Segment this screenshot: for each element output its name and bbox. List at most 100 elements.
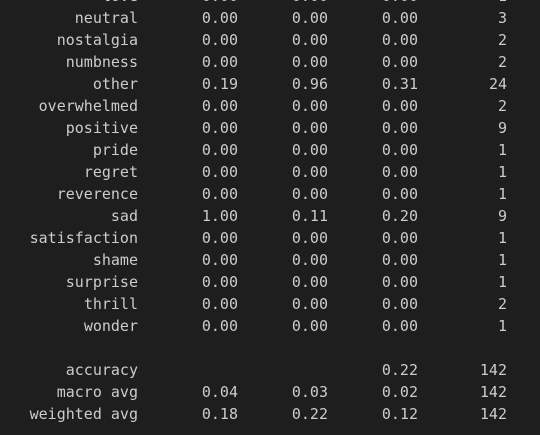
precision-value: 0.19	[201, 75, 238, 93]
report-row: numbness 0.00 0.00 0.00 2	[0, 51, 540, 73]
metric-label: other	[92, 75, 138, 93]
precision-value: 0.00	[201, 53, 238, 71]
support-value: 9	[497, 207, 507, 225]
support-value: 1	[497, 317, 507, 335]
f1-score-value: 0.00	[381, 97, 418, 115]
recall-value: 0.03	[291, 383, 328, 401]
support-value: 2	[497, 295, 507, 313]
metric-label: numbness	[65, 53, 138, 71]
precision-value: 0.00	[201, 31, 238, 49]
f1-score-value: 0.00	[381, 273, 418, 291]
support-value: 142	[479, 383, 507, 401]
metric-label: neutral	[74, 9, 138, 27]
report-row: nostalgia 0.00 0.00 0.00 2	[0, 29, 540, 51]
recall-value: 0.00	[291, 9, 328, 27]
metric-label: wonder	[83, 317, 138, 335]
recall-value: 0.00	[291, 229, 328, 247]
support-value: 24	[488, 75, 507, 93]
class-rows: love0.000.000.001neutral0.000.000.003nos…	[0, 0, 540, 337]
f1-score-value: 0.02	[381, 383, 418, 401]
recall-value: 0.00	[291, 185, 328, 203]
report-row: wonder 0.00 0.00 0.00 1	[0, 315, 540, 337]
recall-value: 0.00	[291, 251, 328, 269]
precision-value: 0.00	[201, 251, 238, 269]
metric-label: accuracy	[65, 361, 138, 379]
metric-label: sad	[110, 207, 138, 225]
f1-score-value: 0.00	[381, 9, 418, 27]
report-row: reverence 0.00 0.00 0.00 1	[0, 183, 540, 205]
precision-value: 1.00	[201, 207, 238, 225]
f1-score-value: 0.00	[330, 0, 418, 7]
metric-label: nostalgia	[56, 31, 138, 49]
report-row: love0.000.000.001	[0, 0, 540, 7]
report-row: surprise 0.00 0.00 0.00 1	[0, 271, 540, 293]
support-value: 1	[497, 229, 507, 247]
summary-row: macro avg 0.04 0.03 0.02 142	[0, 381, 540, 403]
precision-value: 0.00	[201, 273, 238, 291]
support-value: 3	[497, 9, 507, 27]
f1-score-value: 0.00	[381, 185, 418, 203]
precision-value: 0.00	[201, 141, 238, 159]
precision-value: 0.00	[201, 119, 238, 137]
f1-score-value: 0.00	[381, 141, 418, 159]
metric-label: macro avg	[56, 383, 138, 401]
report-row: neutral 0.00 0.00 0.00 3	[0, 7, 540, 29]
report-row: thrill 0.00 0.00 0.00 2	[0, 293, 540, 315]
recall-value: 0.00	[240, 0, 328, 7]
f1-score-value: 0.22	[381, 361, 418, 379]
support-value: 2	[497, 97, 507, 115]
recall-value: 0.00	[291, 317, 328, 335]
support-value: 1	[497, 273, 507, 291]
report-row: satisfaction 0.00 0.00 0.00 1	[0, 227, 540, 249]
recall-value: 0.00	[291, 53, 328, 71]
precision-value: 0.00	[201, 295, 238, 313]
f1-score-value: 0.00	[381, 31, 418, 49]
recall-value: 0.00	[291, 273, 328, 291]
f1-score-value: 0.00	[381, 295, 418, 313]
precision-value: 0.00	[201, 97, 238, 115]
metric-label: overwhelmed	[38, 97, 138, 115]
support-value: 1	[497, 141, 507, 159]
precision-value: 0.00	[201, 9, 238, 27]
report-row: sad 1.00 0.11 0.20 9	[0, 205, 540, 227]
recall-value: 0.00	[291, 295, 328, 313]
metric-label: thrill	[83, 295, 138, 313]
f1-score-value: 0.00	[381, 317, 418, 335]
metric-label: weighted avg	[29, 405, 138, 423]
precision-value: 0.00	[201, 229, 238, 247]
recall-value: 0.00	[291, 31, 328, 49]
f1-score-value: 0.00	[381, 119, 418, 137]
support-value: 1	[497, 185, 507, 203]
f1-score-value: 0.20	[381, 207, 418, 225]
report-row: pride 0.00 0.00 0.00 1	[0, 139, 540, 161]
recall-value: 0.22	[291, 405, 328, 423]
f1-score-value: 0.00	[381, 53, 418, 71]
support-value: 9	[497, 119, 507, 137]
f1-score-value: 0.00	[381, 251, 418, 269]
metric-label: surprise	[65, 273, 138, 291]
report-row: overwhelmed 0.00 0.00 0.00 2	[0, 95, 540, 117]
terminal-output: love0.000.000.001neutral0.000.000.003nos…	[0, 0, 540, 425]
recall-value: 0.00	[291, 163, 328, 181]
precision-value: 0.00	[201, 163, 238, 181]
metric-label: regret	[83, 163, 138, 181]
summary-row: weighted avg 0.18 0.22 0.12 142	[0, 403, 540, 425]
support-value: 142	[479, 361, 507, 379]
support-value: 1	[497, 251, 507, 269]
precision-value: 0.00	[201, 185, 238, 203]
summary-row: accuracy 0.22 142	[0, 359, 540, 381]
recall-value: 0.11	[291, 207, 328, 225]
support-value: 2	[497, 31, 507, 49]
f1-score-value: 0.31	[381, 75, 418, 93]
support-value: 1	[497, 163, 507, 181]
metric-label: shame	[92, 251, 138, 269]
recall-value: 0.00	[291, 97, 328, 115]
metric-label: satisfaction	[29, 229, 138, 247]
report-row: shame 0.00 0.00 0.00 1	[0, 249, 540, 271]
precision-value: 0.18	[201, 405, 238, 423]
precision-value: 0.00	[150, 0, 238, 7]
summary-rows: accuracy 0.22 142 macro avg 0.04 0.03 0.02 142 w…	[0, 359, 540, 425]
metric-label: love	[0, 0, 138, 7]
metric-label: reverence	[56, 185, 138, 203]
